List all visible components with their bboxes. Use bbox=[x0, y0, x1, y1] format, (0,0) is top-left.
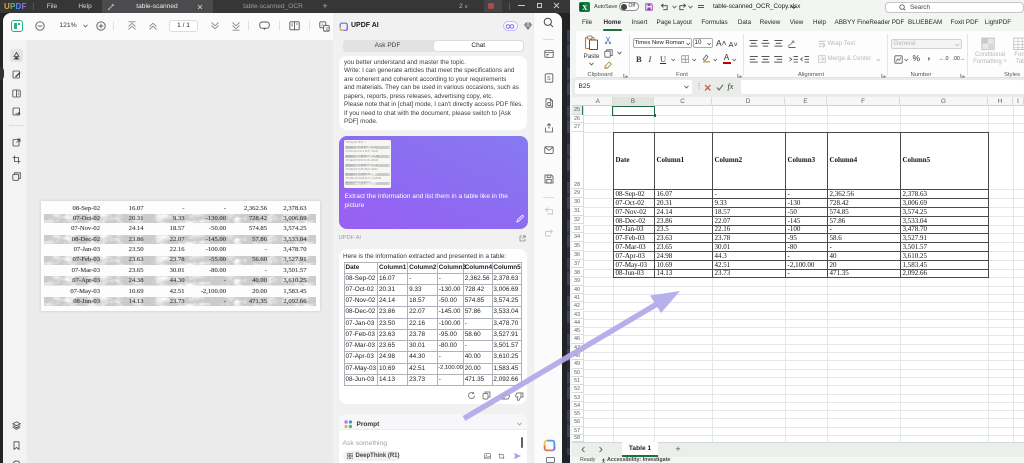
svg-text:S: S bbox=[547, 76, 551, 82]
